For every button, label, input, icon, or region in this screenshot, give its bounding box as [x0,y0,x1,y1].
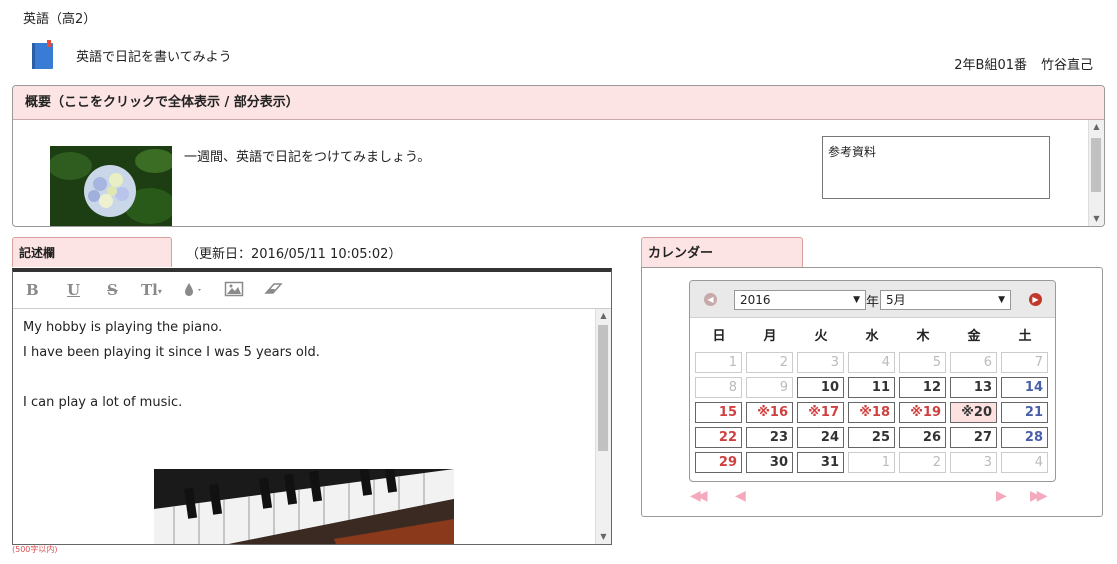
calendar-day[interactable]: ※18 [848,402,895,423]
year-suffix: 年 [866,295,880,310]
diary-line: My hobby is playing the piano. [23,320,223,335]
student-info: 2年B組01番 竹谷直己 [954,54,1093,73]
eraser-icon [264,283,283,294]
droplet-icon [185,283,201,296]
bold-button[interactable]: B [26,280,39,300]
updated-timestamp: （更新日：2016/05/11 10:05:02） [186,247,402,262]
calendar-day[interactable]: 14 [1001,377,1048,398]
overview-description: 一週間、英語で日記をつけてみましょう。 [184,150,431,165]
calendar-day[interactable]: 30 [746,452,793,473]
image-icon [224,281,244,297]
calendar-day[interactable]: 12 [899,377,946,398]
calendar-day[interactable]: 3 [950,452,997,473]
hydrangea-photo [50,146,172,226]
calendar-day[interactable]: 24 [797,427,844,448]
diary-line: I can play a lot of music. [23,395,183,410]
char-limit-note: (500字以内) [12,545,58,554]
weekday-header: 火 [814,329,828,344]
calendar-day[interactable]: 26 [899,427,946,448]
scroll-down-icon[interactable]: ▼ [1089,212,1104,226]
overview-scrollbar[interactable]: ▲ ▼ [1088,120,1104,226]
weekday-header: 金 [967,329,981,344]
scroll-down-icon[interactable]: ▼ [596,530,611,544]
calendar-day[interactable]: 9 [746,377,793,398]
calendar-day[interactable]: ※20 [950,402,997,423]
text-size-label: Tl [141,281,158,299]
month-select-value: 5月 [886,293,906,307]
calendar-day[interactable]: ※19 [899,402,946,423]
calendar-day[interactable]: 29 [695,452,742,473]
underline-button[interactable]: U [67,280,80,300]
prev-year-icon[interactable]: ◀◀ [690,488,707,504]
calendar-header: ◀ 2016 ▼ 年 5月 ▼ ▶ [690,281,1055,318]
diary-line [23,365,585,390]
editor-content[interactable]: My hobby is playing the piano. I have be… [13,309,595,544]
calendar-day[interactable]: ※17 [797,402,844,423]
calendar-day[interactable]: 4 [1001,452,1048,473]
calendar-day[interactable]: 2 [899,452,946,473]
entry-tab[interactable]: 記述欄 [12,237,172,267]
calendar-day[interactable]: 13 [950,377,997,398]
notebook-icon [32,40,53,69]
scroll-thumb[interactable] [598,325,608,451]
month-select[interactable]: 5月 ▼ [880,290,1011,310]
strikethrough-button[interactable]: S [107,280,118,300]
piano-photo [154,469,454,544]
calendar-day[interactable]: 2 [746,352,793,373]
next-week-icon[interactable]: ▶ [996,488,1007,504]
weekday-header: 水 [865,329,879,344]
scroll-up-icon[interactable]: ▲ [596,309,611,323]
prev-week-icon[interactable]: ◀ [735,488,746,504]
calendar-widget: ◀ 2016 ▼ 年 5月 ▼ ▶ 日月火水木金土 1 2 3 4 5 6 7 8 9 10 11 12 13… [689,280,1056,482]
calendar-day[interactable]: 25 [848,427,895,448]
next-year-icon[interactable]: ▶▶ [1030,488,1047,504]
scroll-thumb[interactable] [1091,138,1101,192]
calendar-day[interactable]: 28 [1001,427,1048,448]
student-class: 2年B組01番 [954,58,1027,73]
prev-month-icon[interactable]: ◀ [704,293,717,306]
year-select[interactable]: 2016 ▼ [734,290,866,310]
calendar-day[interactable]: 6 [950,352,997,373]
calendar-day[interactable]: 4 [848,352,895,373]
calendar-day[interactable]: 3 [797,352,844,373]
calendar-day[interactable]: 10 [797,377,844,398]
editor-toolbar: B U S Tl▾ [13,272,611,309]
scroll-up-icon[interactable]: ▲ [1089,120,1104,134]
calendar-day[interactable]: 7 [1001,352,1048,373]
weekday-header: 日 [712,329,726,344]
text-color-button[interactable] [183,280,205,300]
weekday-header: 土 [1018,329,1032,344]
weekday-header: 木 [916,329,930,344]
calendar-day[interactable]: 15 [695,402,742,423]
text-size-button[interactable]: Tl▾ [141,280,162,300]
calendar-day[interactable]: 1 [848,452,895,473]
diary-line: I have been playing it since I was 5 yea… [23,345,320,360]
insert-image-button[interactable] [224,280,244,300]
year-select-value: 2016 [740,293,771,307]
subject-label: 英語（高2） [23,12,97,27]
reference-materials-box[interactable]: 参考資料 [822,136,1050,199]
calendar-tab[interactable]: カレンダー [641,237,803,268]
calendar-day[interactable]: 1 [695,352,742,373]
weekday-header: 月 [763,329,777,344]
calendar-day[interactable]: 8 [695,377,742,398]
student-name: 竹谷直己 [1040,58,1093,73]
calendar-day[interactable]: 5 [899,352,946,373]
calendar-day[interactable]: ※16 [746,402,793,423]
calendar-day[interactable]: 27 [950,427,997,448]
calendar-day[interactable]: 11 [848,377,895,398]
calendar-day[interactable]: 23 [746,427,793,448]
calendar-day[interactable]: 31 [797,452,844,473]
next-month-icon[interactable]: ▶ [1029,293,1042,306]
overview-toggle-header[interactable]: 概要（ここをクリックで全体表示 / 部分表示） [13,86,1104,120]
eraser-button[interactable] [263,280,285,300]
overview-panel: 概要（ここをクリックで全体表示 / 部分表示） 一週間、英語で日記をつけてみまし… [12,85,1105,227]
editor-scrollbar[interactable]: ▲ ▼ [595,309,611,544]
calendar-day[interactable]: 22 [695,427,742,448]
calendar-day[interactable]: 21 [1001,402,1048,423]
diary-editor[interactable]: B U S Tl▾ My hobby is playing the piano. [12,268,612,545]
assignment-title: 英語で日記を書いてみよう [76,50,232,65]
